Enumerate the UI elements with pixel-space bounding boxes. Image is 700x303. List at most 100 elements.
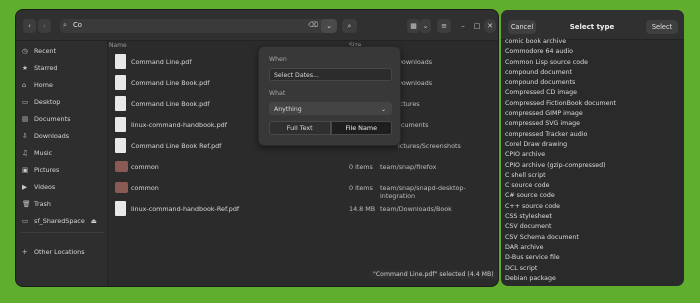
list-item[interactable]: compressed GIMP image	[501, 109, 684, 119]
minimize-button[interactable]: –	[457, 19, 469, 33]
file-location: Downloads	[397, 79, 433, 87]
sidebar-item-other-locations[interactable]: + Other Locations	[22, 245, 106, 258]
folder-icon	[115, 182, 128, 193]
sidebar-item-downloads[interactable]: ⇩ Downloads	[22, 129, 106, 142]
maximize-icon: □	[473, 22, 481, 30]
clear-search-icon[interactable]: ⌫	[308, 21, 318, 29]
pdf-file-icon	[115, 96, 126, 111]
list-item[interactable]: Compressed CD image	[501, 88, 684, 98]
sidebar-item-label: Trash	[34, 199, 51, 208]
list-item[interactable]: DCL script	[501, 264, 684, 274]
back-icon: ‹	[28, 22, 31, 30]
pdf-file-icon	[115, 117, 126, 132]
list-item[interactable]: Corel Draw drawing	[501, 140, 684, 150]
search-filter-popover: When Select Dates... What Anything ⌄ Full…	[258, 46, 401, 146]
list-item[interactable]: Common Lisp source code	[501, 58, 684, 68]
cancel-button[interactable]: Cancel	[508, 20, 536, 34]
sidebar-item-sf-sharedspace[interactable]: ▭ sf_SharedSpace ⏏	[22, 214, 106, 227]
list-item[interactable]: C++ source code	[501, 202, 684, 212]
sidebar-item-label: Recent	[34, 46, 57, 55]
list-item[interactable]: C source code	[501, 181, 684, 191]
grid-icon: ▦	[410, 22, 417, 30]
table-row[interactable]: common 0 items team/snap/firefox	[108, 157, 498, 177]
sidebar-item-label: Music	[34, 148, 53, 157]
list-item[interactable]: DAR archive	[501, 243, 684, 253]
star-icon: ★	[22, 63, 28, 72]
select-button[interactable]: Select	[646, 20, 678, 34]
list-item[interactable]: compound documents	[501, 78, 684, 88]
maximize-button[interactable]: □	[471, 19, 483, 33]
table-row[interactable]: linux-command-handbook-Ref.pdf 14.8 MB t…	[108, 199, 498, 219]
chevron-down-icon: ⌄	[422, 22, 429, 30]
sidebar-item-documents[interactable]: ▤ Documents	[22, 112, 106, 125]
file-name: Command Line Book Ref.pdf	[131, 142, 222, 150]
list-item[interactable]: CSV document	[501, 222, 684, 232]
full-text-label: Full Text	[286, 124, 313, 132]
column-name[interactable]: Name	[109, 42, 127, 49]
list-item[interactable]: CSS stylesheet	[501, 212, 684, 222]
search-mode-toggle: Full Text File Name	[269, 121, 392, 135]
full-text-button[interactable]: Full Text	[269, 121, 331, 135]
back-button[interactable]: ‹	[23, 19, 36, 33]
list-item[interactable]: compound document	[501, 68, 684, 78]
sidebar-item-home[interactable]: ⌂ Home	[22, 78, 106, 91]
file-name: Command Line Book.pdf	[131, 100, 210, 108]
list-item[interactable]: compressed Tracker audio	[501, 130, 684, 140]
main-menu-button[interactable]: ≡	[437, 19, 451, 33]
dialog-title: Select type	[569, 23, 615, 31]
header-bar: ‹ › ⌕ Co ⌫ ⌄ ⌕ ▦ ⌄ ≡ – □ ✕	[16, 10, 498, 41]
search-filter-button[interactable]: ⌄	[321, 19, 337, 33]
eject-icon[interactable]: ⏏	[91, 217, 97, 225]
date-field[interactable]: Select Dates...	[269, 68, 392, 81]
what-dropdown[interactable]: Anything ⌄	[269, 102, 392, 115]
list-item[interactable]: C# source code	[501, 191, 684, 201]
list-item[interactable]: comic book archive	[501, 37, 684, 47]
dialog-header: Cancel Select type Select	[501, 10, 684, 40]
plus-icon: +	[22, 247, 28, 256]
sidebar-item-label: Home	[34, 80, 53, 89]
pdf-file-icon	[115, 54, 126, 69]
file-name: Command Line.pdf	[131, 58, 192, 66]
file-name-button[interactable]: File Name	[330, 121, 392, 135]
sidebar-item-desktop[interactable]: ▭ Desktop	[22, 95, 106, 108]
chevron-down-icon: ⌄	[326, 22, 332, 30]
list-item[interactable]: D-Bus service file	[501, 253, 684, 263]
drive-icon: ▭	[22, 216, 29, 225]
folder-icon	[115, 161, 128, 172]
list-item[interactable]: CPIO archive	[501, 150, 684, 160]
file-location: ictures	[398, 100, 420, 108]
sidebar: ◷ Recent ★ Starred ⌂ Home ▭ Desktop ▤ Documen…	[16, 41, 108, 286]
table-row[interactable]: common 0 items team/snap/snapd-desktop-i…	[108, 178, 498, 200]
chevron-down-icon: ⌄	[380, 106, 386, 113]
close-icon: ✕	[487, 22, 493, 30]
sidebar-item-recent[interactable]: ◷ Recent	[22, 44, 106, 57]
list-item[interactable]: CPIO archive (gzip-compressed)	[501, 161, 684, 171]
forward-button[interactable]: ›	[38, 19, 51, 33]
search-toggle-button[interactable]: ⌕	[342, 19, 357, 33]
sidebar-item-music[interactable]: ♫ Music	[22, 146, 106, 159]
list-item[interactable]: Compressed FictionBook document	[501, 99, 684, 109]
list-item[interactable]: compressed SVG image	[501, 119, 684, 129]
sidebar-item-pictures[interactable]: ▣ Pictures	[22, 163, 106, 176]
list-item[interactable]: CSV Schema document	[501, 233, 684, 243]
file-location: ictures/Screenshots	[398, 142, 461, 150]
what-label: What	[269, 90, 286, 97]
list-item[interactable]: C shell script	[501, 171, 684, 181]
sidebar-item-starred[interactable]: ★ Starred	[22, 61, 106, 74]
home-icon: ⌂	[22, 80, 27, 89]
type-list: comic book archive Commodore 64 audio Co…	[501, 37, 684, 286]
file-name: linux-command-handbook-Ref.pdf	[131, 205, 240, 213]
sidebar-item-trash[interactable]: 🗑 Trash	[22, 197, 106, 210]
list-item[interactable]: Debian package	[501, 274, 684, 284]
view-options-button[interactable]: ⌄	[420, 19, 431, 33]
list-item[interactable]: Commodore 64 audio	[501, 47, 684, 57]
select-label: Select	[651, 23, 673, 31]
search-input[interactable]: ⌕ Co ⌫	[60, 19, 336, 33]
sidebar-item-label: sf_SharedSpace	[34, 216, 85, 225]
sidebar-item-videos[interactable]: ▶ Videos	[22, 180, 106, 193]
documents-icon: ▤	[22, 114, 29, 123]
grid-view-button[interactable]: ▦	[407, 19, 420, 33]
close-button[interactable]: ✕	[484, 19, 496, 33]
file-name-label: File Name	[345, 124, 378, 132]
sidebar-item-label: Downloads	[34, 131, 70, 140]
